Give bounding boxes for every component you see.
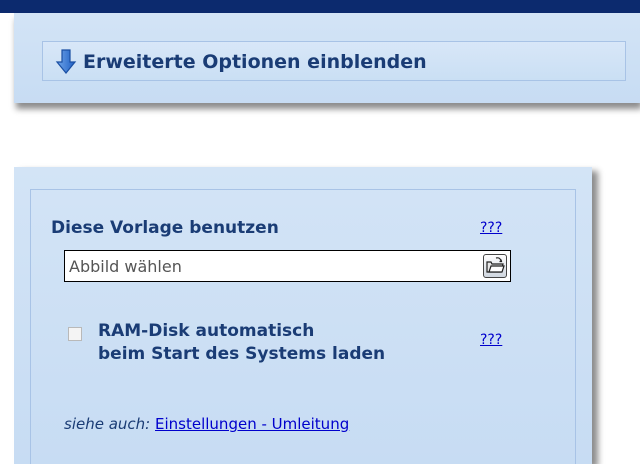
ramdisk-label-line2: beim Start des Systems laden <box>98 344 386 364</box>
open-folder-icon <box>486 257 505 273</box>
expand-options-label: Erweiterte Optionen einblenden <box>83 51 427 73</box>
image-select-field[interactable] <box>64 250 511 282</box>
ramdisk-help-link[interactable]: ??? <box>480 332 502 348</box>
ramdisk-autoload-checkbox[interactable] <box>68 327 82 341</box>
see-also-prefix: siehe auch: <box>64 415 151 433</box>
browse-button[interactable] <box>483 254 507 278</box>
see-also: siehe auch: Einstellungen - Umleitung <box>64 415 349 433</box>
image-select-input[interactable] <box>69 254 469 278</box>
settings-redirect-link[interactable]: Einstellungen - Umleitung <box>155 415 349 433</box>
arrow-down-icon <box>55 49 77 75</box>
ramdisk-autoload-label: RAM-Disk automatisch beim Start des Syst… <box>98 320 385 366</box>
use-template-title: Diese Vorlage benutzen <box>51 218 279 238</box>
ramdisk-label-line1: RAM-Disk automatisch <box>98 321 315 341</box>
expand-options-button[interactable]: Erweiterte Optionen einblenden <box>42 41 626 81</box>
template-help-link[interactable]: ??? <box>480 220 502 236</box>
top-bar <box>0 0 640 13</box>
expand-options-panel: Erweiterte Optionen einblenden <box>14 13 640 103</box>
